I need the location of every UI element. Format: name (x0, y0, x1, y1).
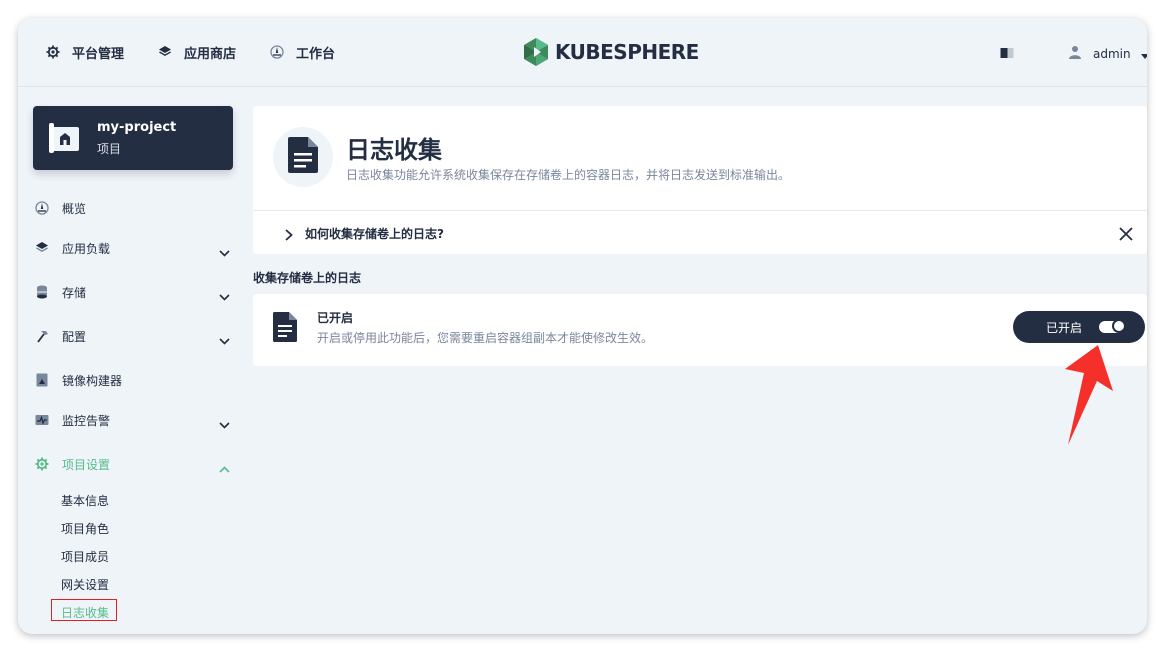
user-name: admin (1093, 46, 1131, 61)
chevron-down-icon (219, 330, 230, 349)
project-name: my-project (97, 120, 177, 135)
nav-label: 工作台 (296, 46, 336, 62)
nav-workbench[interactable]: 工作台 (270, 42, 335, 62)
status-description: 开启或停用此功能后，您需要重启容器组副本才能使修改生效。 (317, 331, 654, 345)
chevron-down-icon (1140, 44, 1147, 63)
log-collection-toggle[interactable]: 已开启 (1013, 311, 1145, 343)
kubesphere-logo[interactable]: KUBESPHERE (523, 38, 699, 66)
overview-icon (35, 201, 49, 215)
highlight-box (51, 599, 117, 621)
sidebar-item-project-settings[interactable]: 项目设置 (35, 454, 235, 474)
panel-toggle-icon (1000, 44, 1014, 63)
page-title: 日志收集 (346, 136, 442, 164)
sidebar-item-monitoring[interactable]: 监控告警 (35, 410, 235, 430)
chevron-down-icon (219, 242, 230, 261)
toggle-knob (1112, 319, 1126, 333)
monitor-icon (35, 413, 49, 427)
sidebar-item-configuration[interactable]: 配置 (35, 326, 235, 346)
section-title: 收集存储卷上的日志 (253, 271, 362, 285)
chevron-up-icon (219, 458, 230, 477)
gear-icon (46, 45, 60, 59)
storage-icon (35, 285, 49, 299)
sidebar-sub-basic-info[interactable]: 基本信息 (61, 492, 109, 509)
hammer-icon (35, 329, 49, 343)
project-icon (49, 123, 81, 157)
sidebar-item-workloads[interactable]: 应用负载 (35, 238, 235, 258)
close-icon[interactable] (1119, 226, 1133, 241)
kubesphere-logo-icon (524, 38, 548, 66)
document-icon (288, 137, 318, 177)
chevron-right-icon[interactable] (283, 226, 295, 241)
user-icon (1069, 44, 1081, 63)
sidebar-sub-project-roles[interactable]: 项目角色 (61, 520, 109, 537)
sidebar-item-image-builder[interactable]: 镜像构建器 (35, 370, 235, 390)
sidebar-sub-project-members[interactable]: 项目成员 (61, 548, 109, 565)
gear-icon (35, 457, 49, 471)
nav-app-store[interactable]: 应用商店 (158, 42, 236, 62)
image-builder-icon (35, 373, 49, 387)
status-title: 已开启 (317, 311, 354, 325)
chevron-down-icon (219, 286, 230, 305)
layers-icon (158, 45, 172, 59)
sidebar-item-label: 存储 (62, 285, 87, 300)
annotation-arrow-icon (1060, 345, 1116, 453)
page-description: 日志收集功能允许系统收集保存在存储卷上的容器日志，并将日志发送到标准输出。 (346, 168, 791, 182)
divider (253, 210, 1147, 211)
document-icon (273, 312, 297, 346)
toggle-panel-button[interactable] (1000, 44, 1014, 63)
sidebar-item-overview[interactable]: 概览 (35, 198, 235, 218)
nav-label: 平台管理 (72, 46, 125, 62)
log-collection-status-card: 已开启 开启或停用此功能后，您需要重启容器组副本才能使修改生效。 已开启 (253, 294, 1147, 366)
layers-icon (35, 241, 49, 255)
logo-text: KUBESPHERE (555, 40, 699, 64)
faq-toggle[interactable]: 如何收集存储卷上的日志? (305, 225, 444, 242)
sidebar-item-label: 项目设置 (62, 457, 111, 472)
app-window: 平台管理 应用商店 工作台 KUBESPHERE admin my-projec… (18, 18, 1147, 634)
nav-platform-management[interactable]: 平台管理 (46, 42, 124, 62)
sidebar-item-label: 概览 (62, 201, 87, 216)
top-header: 平台管理 应用商店 工作台 KUBESPHERE admin (18, 18, 1147, 87)
sidebar-sub-gateway-settings[interactable]: 网关设置 (61, 576, 109, 593)
chevron-down-icon (219, 414, 230, 433)
project-type: 项目 (97, 142, 122, 156)
sidebar-item-storage[interactable]: 存储 (35, 282, 235, 302)
page-banner: 日志收集 日志收集功能允许系统收集保存在存储卷上的容器日志，并将日志发送到标准输… (253, 106, 1147, 254)
sidebar-item-label: 镜像构建器 (62, 373, 123, 388)
nav-label: 应用商店 (184, 46, 237, 62)
sidebar-item-label: 监控告警 (62, 413, 111, 428)
dashboard-icon (270, 45, 284, 59)
toggle-label: 已开启 (1046, 321, 1083, 335)
user-menu[interactable]: admin (1069, 44, 1147, 63)
banner-icon-wrap (273, 127, 333, 187)
project-selector[interactable]: my-project 项目 (33, 106, 233, 170)
sidebar-item-label: 配置 (62, 329, 87, 344)
sidebar-item-label: 应用负载 (62, 241, 111, 256)
